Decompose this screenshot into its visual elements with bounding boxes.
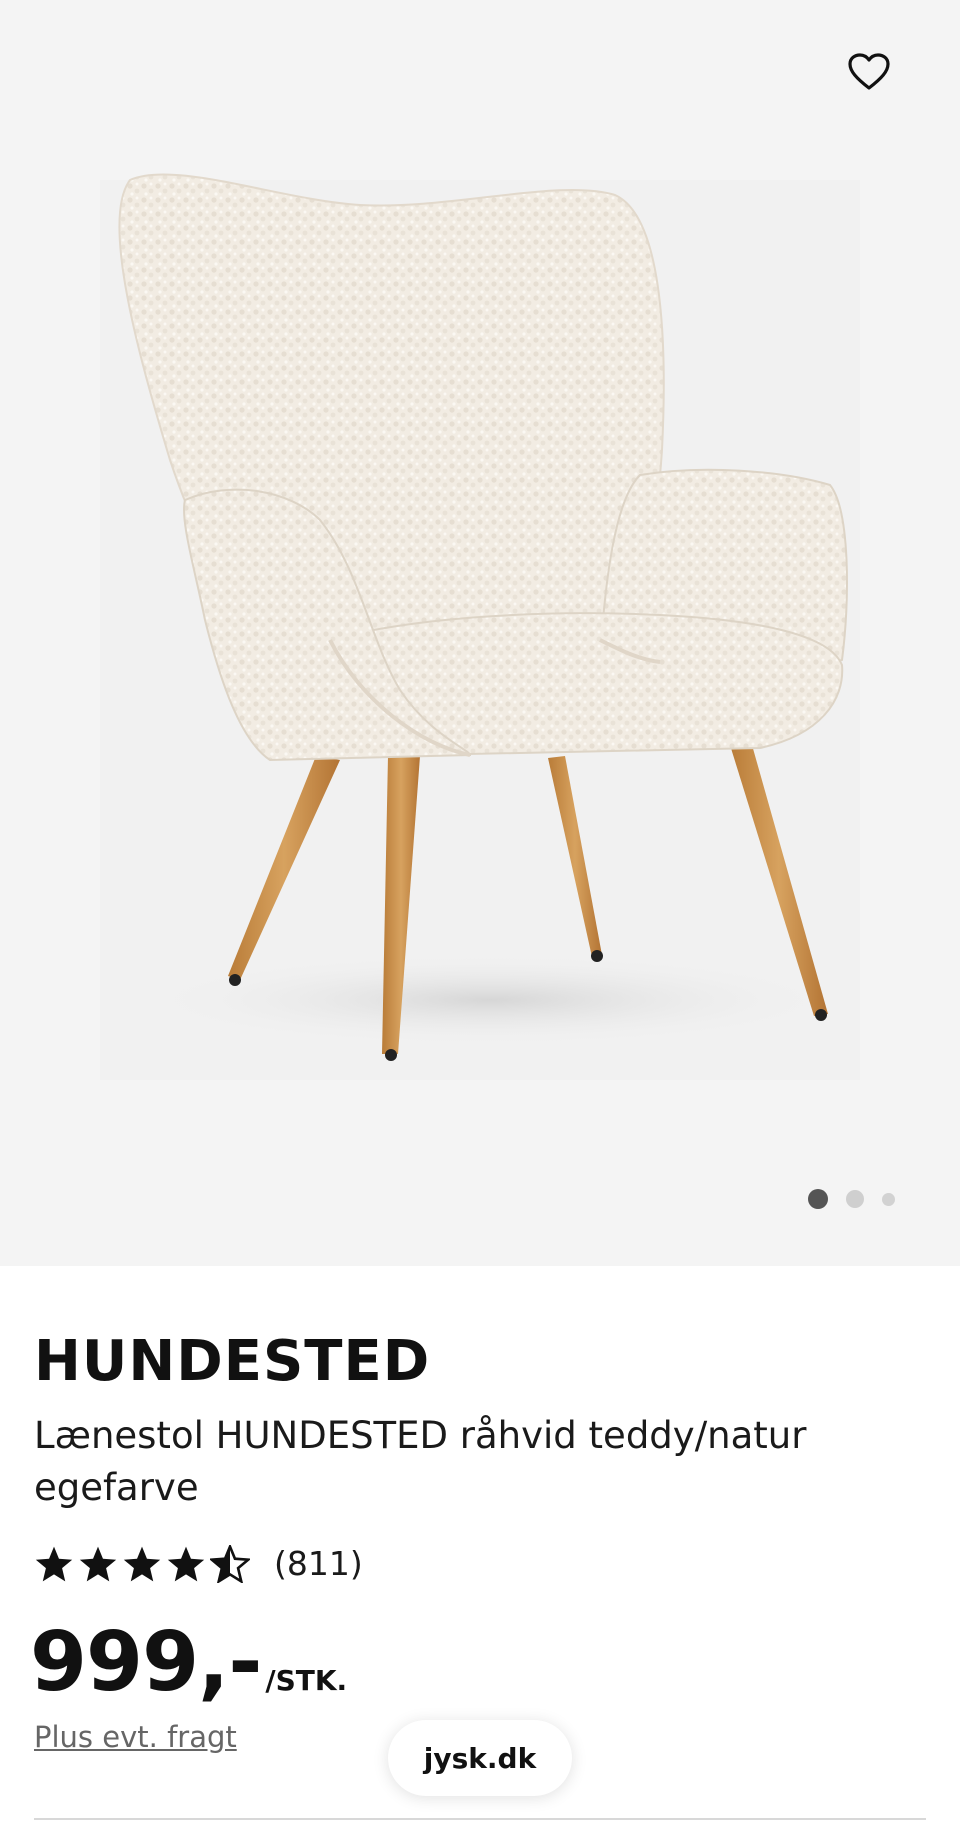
product-image xyxy=(118,173,848,1061)
star-full-icon xyxy=(167,1546,205,1581)
product-title: Lænestol HUNDESTED råhvid teddy/natur eg… xyxy=(34,1414,807,1509)
section-divider xyxy=(34,1818,926,1820)
gallery-dot-3[interactable] xyxy=(882,1192,895,1206)
heart-outline-icon xyxy=(848,53,890,90)
site-url-pill[interactable]: jysk.dk xyxy=(388,1720,572,1796)
product-rating[interactable]: (811) xyxy=(34,1544,363,1583)
star-full-icon xyxy=(35,1546,73,1581)
review-count: (811) xyxy=(274,1544,363,1583)
product-price: 999,- xyxy=(30,1615,262,1710)
product-brand: HUNDESTED xyxy=(34,1329,431,1394)
rating-stars xyxy=(34,1544,250,1583)
star-full-icon xyxy=(123,1546,161,1581)
favorite-button[interactable] xyxy=(838,44,900,100)
price-row: 999,- /STK. xyxy=(30,1618,347,1708)
price-unit: /STK. xyxy=(265,1664,348,1697)
star-half-icon xyxy=(210,1544,250,1583)
product-page: HUNDESTED Lænestol HUNDESTED råhvid tedd… xyxy=(0,0,960,1831)
gallery-dot-2[interactable] xyxy=(846,1190,864,1208)
star-full-icon xyxy=(79,1546,117,1581)
gallery-dot-1[interactable] xyxy=(808,1189,828,1209)
product-gallery[interactable] xyxy=(0,0,960,1266)
freight-link[interactable]: Plus evt. fragt xyxy=(34,1720,237,1754)
gallery-pagination xyxy=(808,1189,895,1209)
